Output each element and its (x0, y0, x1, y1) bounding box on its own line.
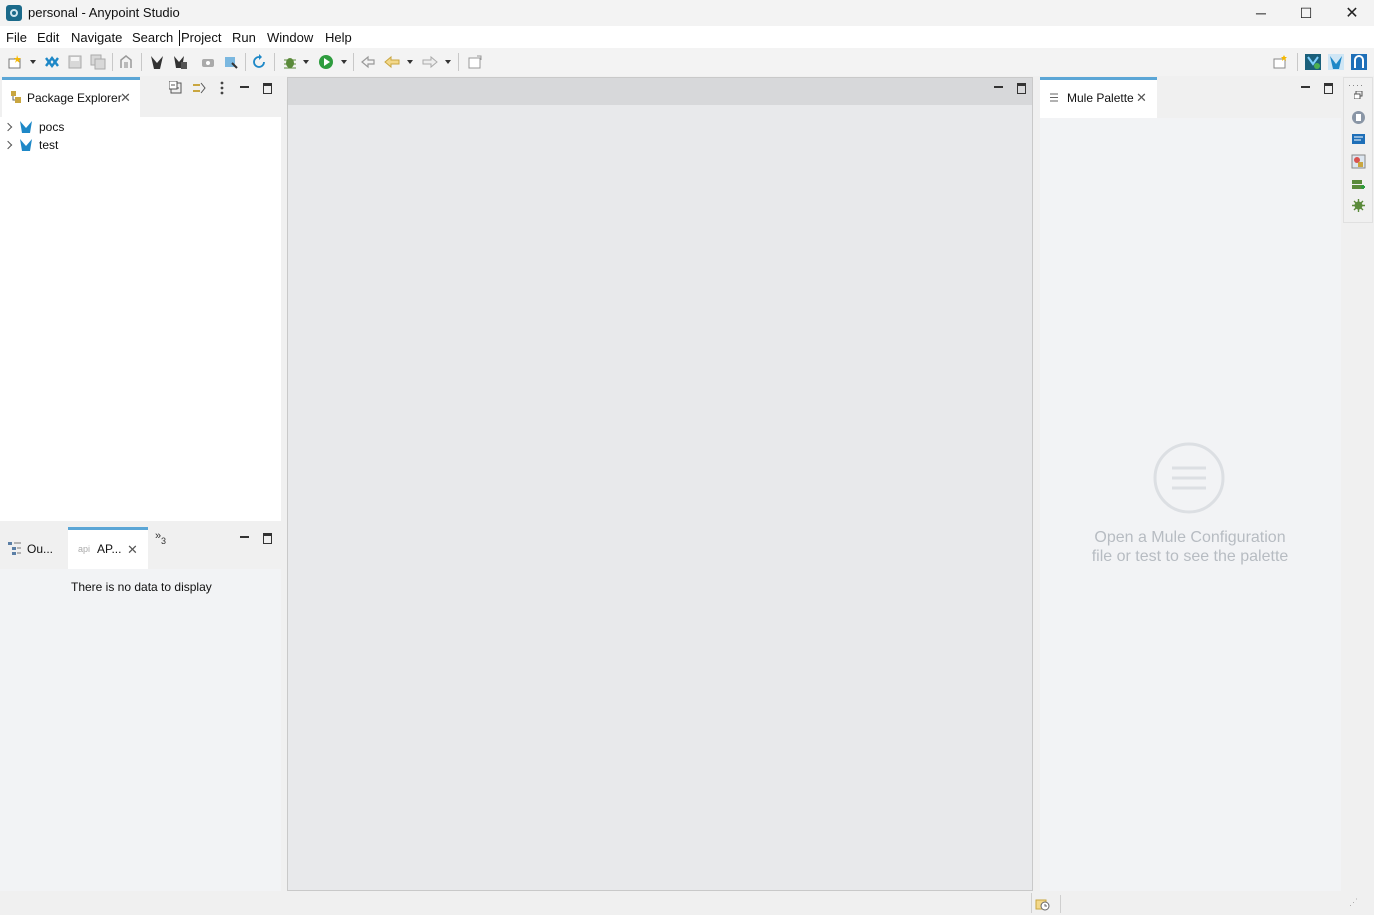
debug-dropdown-caret-icon[interactable] (303, 60, 309, 64)
menu-file[interactable]: File (6, 30, 27, 45)
menu-window[interactable]: Window (267, 30, 313, 45)
status-divider (1060, 895, 1061, 913)
minimize-package-explorer-icon[interactable] (240, 86, 249, 88)
palette-icon (1050, 93, 1058, 102)
api-tab-label: AP... (97, 542, 122, 556)
menu-project[interactable]: Project (181, 30, 221, 45)
maximize-bottom-panel-icon[interactable] (263, 533, 272, 544)
title-bar (0, 0, 1374, 26)
minimize-button[interactable]: ─ (1238, 0, 1284, 26)
window-title: personal - Anypoint Studio (28, 5, 180, 20)
back-icon[interactable] (384, 54, 400, 70)
open-perspective-icon[interactable] (1273, 54, 1289, 70)
palette-menu-icon (1153, 442, 1225, 514)
maximize-editor-icon[interactable] (1017, 83, 1026, 94)
forward-dropdown-caret-icon[interactable] (445, 60, 451, 64)
minimize-bottom-panel-icon[interactable] (240, 536, 249, 538)
collapse-all-icon[interactable] (169, 81, 183, 95)
save-icon[interactable] (67, 54, 83, 70)
trim-drag-handle[interactable]: ···· (1348, 80, 1364, 90)
maximize-button[interactable]: ☐ (1283, 0, 1329, 26)
anypoint-studio-logo-icon (6, 5, 22, 21)
palette-empty-line1: Open a Mule Configuration (1094, 529, 1286, 546)
debug-settings-icon[interactable] (1351, 198, 1366, 213)
package-explorer-tree (0, 117, 281, 521)
status-divider (1031, 893, 1032, 913)
publish-icon[interactable] (118, 54, 134, 70)
close-mule-palette-icon[interactable]: ✕ (1136, 90, 1147, 106)
menu-navigate[interactable]: Navigate (71, 30, 122, 45)
menu-run[interactable]: Run (232, 30, 256, 45)
resize-grip-icon[interactable]: ⋰ (1349, 897, 1358, 908)
perspective-mule-icon[interactable] (1328, 54, 1344, 70)
status-bar (0, 891, 1374, 915)
editor-tabstrip (288, 78, 1032, 105)
mule-palette-tab-label: Mule Palette (1067, 91, 1134, 105)
api-tab-prefix: api (78, 544, 91, 554)
tree-item-test[interactable]: test (39, 138, 58, 152)
background-tasks-icon[interactable] (1035, 896, 1050, 911)
view-menu-icon[interactable] (219, 81, 225, 95)
menu-help[interactable]: Help (325, 30, 352, 45)
last-edit-location-icon[interactable] (360, 54, 376, 70)
palette-empty-line2: file or test to see the palette (1091, 548, 1289, 565)
perspective-mule-design-icon[interactable] (1305, 54, 1321, 70)
package-explorer-tab-label: Package Explorer (27, 91, 122, 105)
mule-project-icon (20, 121, 32, 133)
overflow-count: 3 (161, 536, 167, 546)
save-all-icon[interactable] (90, 54, 106, 70)
editor-area (287, 77, 1033, 891)
mule-deploy-icon[interactable] (44, 54, 60, 70)
mule-debugger-icon[interactable] (1351, 177, 1366, 192)
close-package-explorer-icon[interactable]: ✕ (120, 90, 131, 106)
close-api-tab-icon[interactable]: ✕ (127, 542, 138, 558)
maximize-package-explorer-icon[interactable] (263, 83, 272, 94)
close-window-button[interactable]: ✕ (1329, 0, 1374, 26)
run-dropdown-caret-icon[interactable] (341, 60, 347, 64)
debug-icon[interactable] (282, 54, 298, 70)
maximize-palette-icon[interactable] (1324, 83, 1333, 94)
tab-outline[interactable]: Ou... (27, 542, 53, 556)
perspective-api-icon[interactable] (1351, 54, 1367, 70)
mule-debug-icon[interactable] (172, 54, 188, 70)
minimize-editor-icon[interactable] (994, 86, 1003, 88)
no-data-message: There is no data to display (71, 580, 212, 594)
minimize-palette-icon[interactable] (1301, 86, 1310, 88)
run-icon[interactable] (318, 54, 334, 70)
link-with-editor-icon[interactable] (192, 81, 206, 95)
restore-icon[interactable] (1354, 91, 1363, 99)
text-cursor (179, 30, 180, 46)
tree-item-pocs[interactable]: pocs (39, 120, 64, 134)
forward-icon[interactable] (422, 54, 438, 70)
deploy-cloud-icon[interactable] (223, 54, 239, 70)
back-dropdown-caret-icon[interactable] (407, 60, 413, 64)
menu-search[interactable]: Search (132, 30, 173, 45)
pin-editor-icon[interactable] (467, 54, 483, 70)
new-dropdown-caret-icon[interactable] (30, 60, 36, 64)
mule-project-icon (20, 139, 32, 151)
package-explorer-icon (11, 91, 21, 103)
global-elements-icon[interactable] (1351, 110, 1366, 125)
menu-edit[interactable]: Edit (37, 30, 59, 45)
console-icon[interactable] (1351, 132, 1366, 147)
bottom-left-content (0, 569, 281, 891)
new-icon[interactable] (7, 54, 23, 70)
exchange-icon[interactable] (200, 54, 216, 70)
outline-icon (8, 542, 21, 555)
refresh-icon[interactable] (251, 54, 267, 70)
problems-icon[interactable] (1351, 154, 1366, 169)
mule-run-icon[interactable] (149, 54, 165, 70)
